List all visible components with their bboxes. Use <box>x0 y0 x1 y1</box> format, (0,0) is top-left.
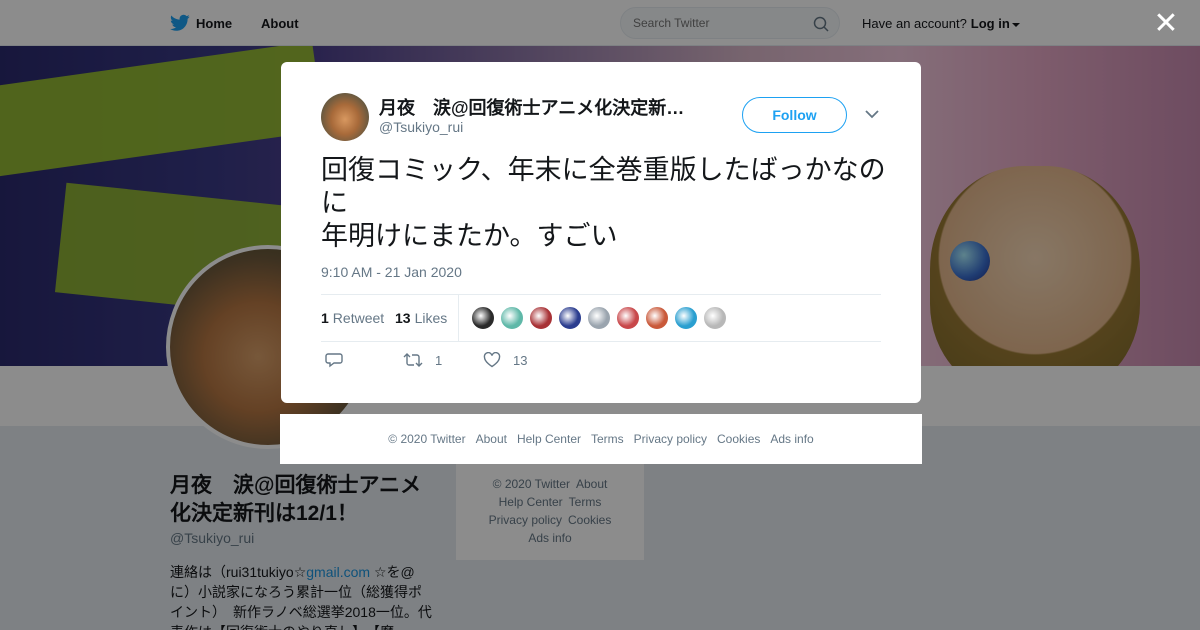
heart-icon <box>483 352 501 368</box>
footer-link-cookies[interactable]: Cookies <box>717 432 760 446</box>
footer-link-privacy[interactable]: Privacy policy <box>634 432 707 446</box>
likes-label: Likes <box>414 310 448 326</box>
chevron-down-icon[interactable] <box>865 109 879 119</box>
retweet-button[interactable]: 1 <box>403 352 442 368</box>
tweet-text: 回復コミック、年末に全巻重版したばっかなのに 年明けにまたか。すごい <box>321 155 886 252</box>
footer-link-ads-info[interactable]: Ads info <box>770 432 813 446</box>
retweet-icon <box>403 353 423 367</box>
likes-stat[interactable]: 13 Likes <box>395 310 447 326</box>
tweet-timestamp[interactable]: 9:10 AM - 21 Jan 2020 <box>321 264 462 280</box>
author-avatar[interactable] <box>321 93 369 141</box>
reply-button[interactable] <box>325 352 343 368</box>
like-button[interactable]: 13 <box>483 352 527 368</box>
tweet-actions: 1 13 <box>321 352 881 376</box>
retweet-count: 1 <box>321 310 329 326</box>
tweet-stats: 1 Retweet 13 Likes <box>321 294 881 342</box>
liker-avatar[interactable] <box>558 306 582 330</box>
reply-icon <box>325 353 343 368</box>
liker-avatar[interactable] <box>471 306 495 330</box>
liker-avatar[interactable] <box>616 306 640 330</box>
like-count: 13 <box>395 310 411 326</box>
retweet-label: Retweet <box>332 310 385 326</box>
footer-link-about[interactable]: About <box>476 432 507 446</box>
close-icon[interactable]: ✕ <box>1152 9 1180 39</box>
footer-link-help-center[interactable]: Help Center <box>517 432 581 446</box>
retweet-action-count: 1 <box>435 352 443 368</box>
liker-avatar[interactable] <box>674 306 698 330</box>
liker-avatar[interactable] <box>703 306 727 330</box>
tweet-modal: 月夜 涙@回復術士アニメ化決定新… @Tsukiyo_rui Follow 回復… <box>281 62 921 403</box>
footer-copyright: © 2020 Twitter <box>388 432 466 446</box>
like-action-count: 13 <box>513 352 528 368</box>
follow-button[interactable]: Follow <box>742 97 847 133</box>
liker-avatar[interactable] <box>529 306 553 330</box>
footer-link-terms[interactable]: Terms <box>591 432 624 446</box>
retweet-stat[interactable]: 1 Retweet <box>321 310 384 326</box>
modal-footer: © 2020 Twitter About Help Center Terms Priva… <box>280 414 922 464</box>
author-name[interactable]: 月夜 涙@回復術士アニメ化決定新… <box>379 94 699 120</box>
liker-avatars <box>471 306 727 330</box>
liker-avatar[interactable] <box>645 306 669 330</box>
stats-divider <box>458 295 459 341</box>
author-handle[interactable]: @Tsukiyo_rui <box>379 119 463 135</box>
liker-avatar[interactable] <box>500 306 524 330</box>
liker-avatar[interactable] <box>587 306 611 330</box>
